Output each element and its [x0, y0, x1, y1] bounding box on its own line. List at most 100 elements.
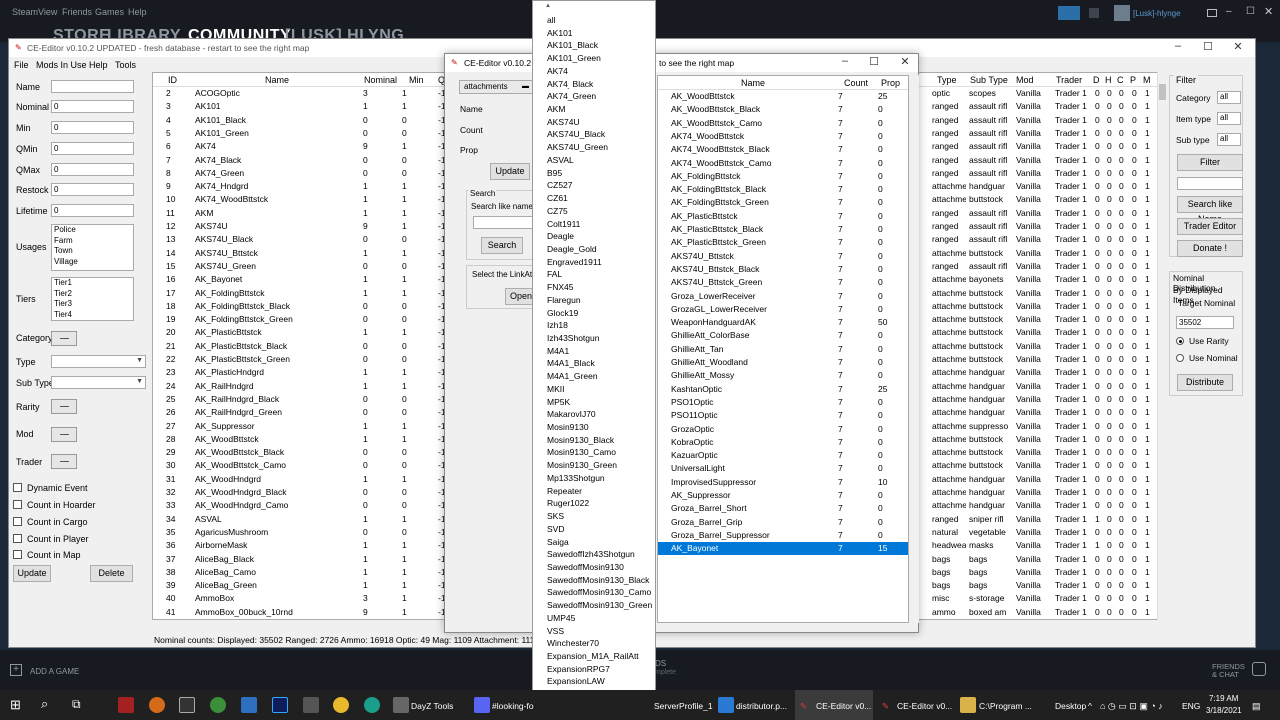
col-mod[interactable]: Mod — [1016, 75, 1034, 85]
dialog-scrollbar[interactable] — [909, 75, 919, 623]
dropdown-item[interactable]: AK101_Black — [547, 40, 598, 50]
dropdown-item[interactable]: Mosin9130_Camo — [547, 447, 616, 457]
nominal-field[interactable]: 0 — [51, 100, 134, 113]
dropdown-item[interactable]: MKII — [547, 384, 564, 394]
table-row[interactable]: GrozaOptic 7 0 — [658, 423, 908, 436]
table-row[interactable]: attachme buttstock Vanilla Trader 100001 — [914, 446, 1157, 459]
dialog-close-icon[interactable]: ✕ — [891, 55, 919, 71]
table-row[interactable]: KobraOptic 7 0 — [658, 436, 908, 449]
table-row[interactable]: attachme buttstock Vanilla Trader 100001 — [914, 340, 1157, 353]
desktop-toolbar[interactable]: Desktop — [1055, 701, 1086, 711]
table-row[interactable]: attachme buttstock Vanilla Trader 100001 — [914, 433, 1157, 446]
filter-button[interactable]: Filter — [1177, 154, 1243, 171]
list-item[interactable]: Farm — [54, 236, 133, 247]
target-nominal-field[interactable]: 35502 — [1176, 316, 1234, 329]
steam-username[interactable]: [Lusk]-hlynge — [1133, 9, 1181, 18]
col-m[interactable]: M — [1143, 75, 1151, 85]
table-row[interactable]: bags bags Vanilla Trader 100001 — [914, 579, 1157, 592]
col-id[interactable]: ID — [168, 75, 177, 85]
terminal-icon[interactable] — [179, 697, 195, 713]
count-in-hoarder-checkbox[interactable]: Count in Hoarder — [13, 500, 96, 510]
table-row[interactable]: attachme buttstock Vanilla Trader 100001 — [914, 313, 1157, 326]
scroll-up-icon[interactable]: ▲ — [545, 3, 551, 9]
table-row[interactable]: misc s-storage Vanilla Trader 100001 — [914, 592, 1157, 605]
chevron-up-icon[interactable]: ^ — [1088, 701, 1092, 711]
table-row[interactable]: attachme handguar Vanilla Trader 100001 — [914, 406, 1157, 419]
downloads-label[interactable]: DS — [655, 659, 666, 668]
ce-close-icon[interactable]: ✕ — [1224, 40, 1252, 56]
table-row[interactable]: attachme suppresso Vanilla Trader 100001 — [914, 420, 1157, 433]
dropdown-item[interactable]: Glock19 — [547, 308, 578, 318]
dropdown-item[interactable]: Engraved1911 — [547, 257, 602, 267]
taskbar-item-explorer[interactable]: C:\Program ... — [979, 701, 1032, 711]
table-row[interactable]: GhillieAtt_ColorBase 7 0 — [658, 329, 908, 342]
dropdown-item[interactable]: VSS — [547, 626, 564, 636]
filter-itemtype-dropdown[interactable]: all — [1217, 112, 1241, 125]
folder-icon[interactable] — [960, 697, 976, 713]
table-row[interactable]: AK_FoldingBttstck_Black 7 0 — [658, 183, 908, 196]
edge-icon[interactable] — [364, 697, 380, 713]
qmax-field[interactable]: 0 — [51, 163, 134, 176]
table-row[interactable]: AKS74U_Bttstck_Black 7 0 — [658, 263, 908, 276]
ce-minimize-icon[interactable]: – — [1164, 40, 1192, 56]
system-tray-icons[interactable]: ⌂ ◷ ▭ ⊡ ▣ ◔ ♪ — [1100, 701, 1163, 712]
table-row[interactable]: PSO11Optic 7 0 — [658, 409, 908, 422]
table-row[interactable]: attachme buttstock Vanilla Trader 100001 — [914, 326, 1157, 339]
add-game-button[interactable]: ADD A GAME — [30, 667, 79, 676]
search-like-name-button[interactable]: Search like Name — [1177, 196, 1243, 224]
dropdown-item[interactable]: SVD — [547, 524, 564, 534]
taskbar-item-looking[interactable]: #looking-fo — [492, 701, 534, 711]
col-prop[interactable]: Prop — [881, 78, 900, 88]
notification-icon[interactable] — [1089, 8, 1099, 18]
table-row[interactable]: AK_FoldingBttstck_Green 7 0 — [658, 196, 908, 209]
dropdown-item[interactable]: Izh18 — [547, 320, 568, 330]
filter-subtype-dropdown[interactable]: all — [1217, 133, 1241, 146]
table-row[interactable]: GhillieAtt_Tan 7 0 — [658, 343, 908, 356]
dropdown-item[interactable]: M4A1 — [547, 346, 569, 356]
notification-center-icon[interactable]: ▤ — [1252, 701, 1261, 712]
mod-dropdown[interactable] — [51, 427, 77, 442]
subtype-dropdown[interactable]: ▼ — [51, 376, 146, 389]
list-item[interactable]: Village — [54, 257, 133, 268]
category-select[interactable]: attachments ▬ — [459, 80, 533, 94]
maximize-icon[interactable]: ☐ — [1246, 6, 1255, 17]
table-row[interactable]: AK_WoodBttstck_Camo 7 0 — [658, 117, 908, 130]
table-row[interactable]: ranged sniper rifl Vanilla Trader 110001 — [914, 513, 1157, 526]
table-row[interactable]: ranged assault rifl Vanilla Trader 100001 — [914, 127, 1157, 140]
table-row[interactable]: ranged assault rifl Vanilla Trader 100001 — [914, 167, 1157, 180]
dropdown-item[interactable]: AK101 — [547, 28, 573, 38]
steam-menu-friends[interactable]: Friends — [62, 7, 92, 17]
dzl-icon[interactable] — [118, 697, 134, 713]
dropdown-item[interactable]: Deagle_Gold — [547, 244, 597, 254]
table-row[interactable]: attachme buttstock Vanilla Trader 100001 — [914, 300, 1157, 313]
blender-icon[interactable] — [149, 697, 165, 713]
weapon-dropdown-list[interactable]: ▲ all AK101 AK101_Black AK101_Green AK74 AK74… — [532, 0, 656, 712]
steam-menu-games[interactable]: Games — [95, 7, 124, 17]
gear-icon[interactable] — [210, 697, 226, 713]
dropdown-item[interactable]: all — [547, 15, 556, 25]
col-subtype[interactable]: Sub Type — [970, 75, 1008, 85]
dropdown-item[interactable]: AKS74U_Black — [547, 129, 605, 139]
list-item[interactable]: Tier3 — [54, 299, 133, 310]
table-row[interactable]: Groza_Barrel_Grip 7 0 — [658, 516, 908, 529]
table-row[interactable]: AKS74U_Bttstck 7 0 — [658, 250, 908, 263]
table-row[interactable]: AK74_WoodBttstck_Black 7 0 — [658, 143, 908, 156]
clock-time[interactable]: 7:19 AM — [1209, 694, 1238, 703]
table-row[interactable]: ranged assault rifl Vanilla Trader 100001 — [914, 207, 1157, 220]
steam-icon[interactable] — [303, 697, 319, 713]
col-count[interactable]: Count — [844, 78, 868, 88]
table-row[interactable]: natural vegetable Vanilla Trader 100001 — [914, 526, 1157, 539]
dropdown-item[interactable]: Colt1911 — [547, 219, 580, 229]
table-row[interactable]: AK74_WoodBttstck 7 0 — [658, 130, 908, 143]
col-trader[interactable]: Trader — [1056, 75, 1082, 85]
trader-editor-button[interactable]: Trader Editor — [1177, 218, 1243, 235]
menu-tools[interactable]: Tools — [115, 60, 136, 70]
menu-mods-in-use[interactable]: Mods In Use — [36, 60, 87, 70]
dropdown-item[interactable]: AKS74U_Green — [547, 142, 608, 152]
dialog-search-button[interactable]: Search — [481, 237, 523, 254]
dropdown-item[interactable]: Deagle — [547, 231, 574, 241]
dropdown-item[interactable]: Saiga — [547, 537, 569, 547]
dropdown-item[interactable]: ASVAL — [547, 155, 574, 165]
table-row[interactable]: AK_PlasticBttstck_Green 7 0 — [658, 236, 908, 249]
col-name[interactable]: Name — [265, 75, 289, 85]
